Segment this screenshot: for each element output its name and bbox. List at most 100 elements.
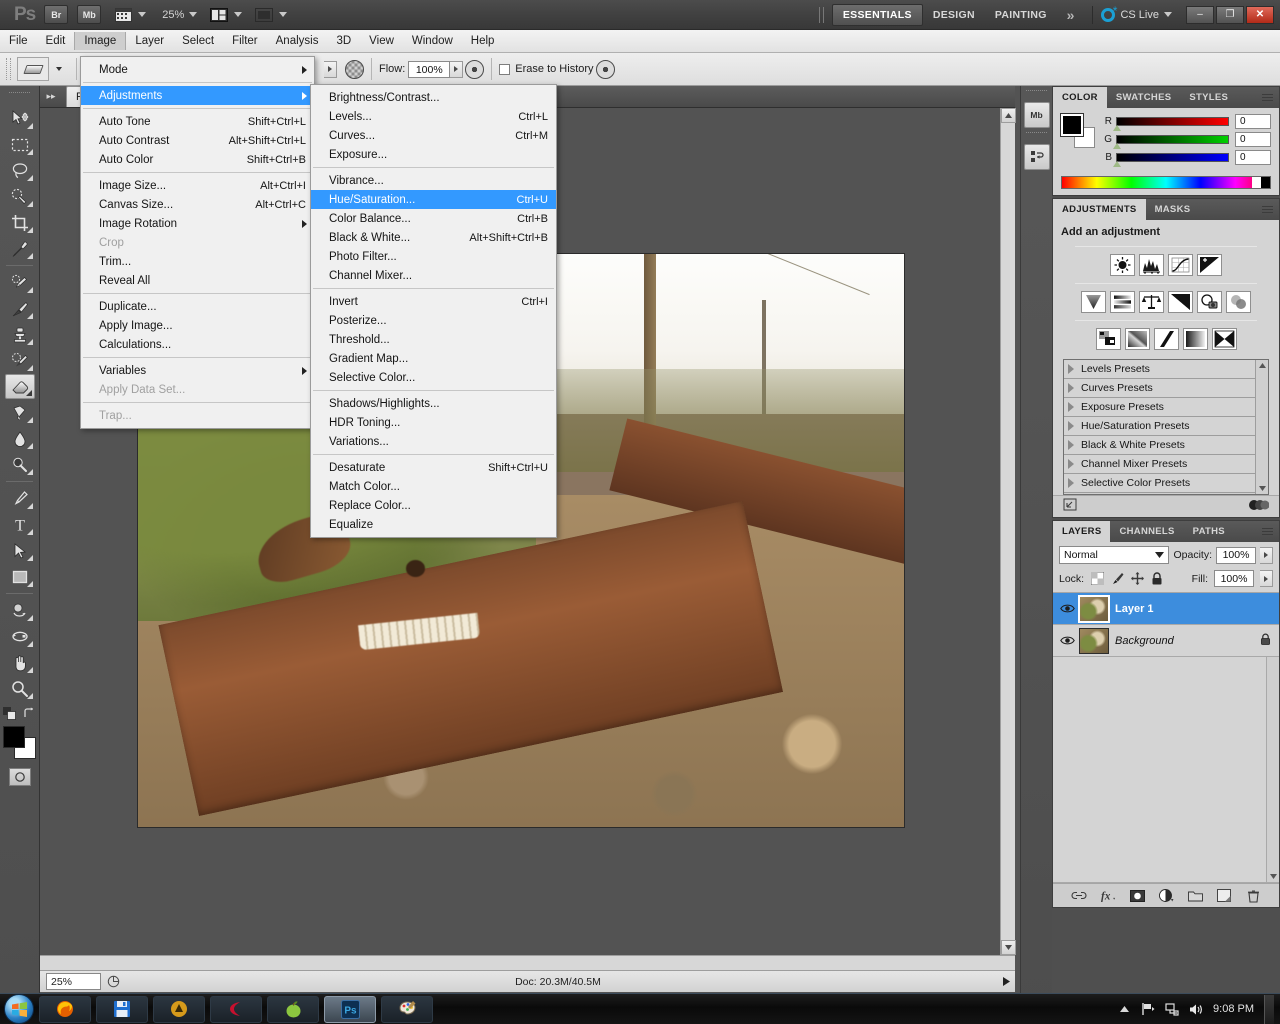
lasso-tool[interactable] [5,158,35,183]
menu-item-duplicate[interactable]: Duplicate... [81,297,314,316]
menu-filter[interactable]: Filter [223,32,267,50]
lock-position-icon[interactable] [1130,572,1144,586]
preset-levels[interactable]: Levels Presets [1064,360,1268,379]
paint-taskbar-icon[interactable] [381,995,433,1023]
spot-healing-brush-tool[interactable] [5,270,35,295]
expand-triangle-icon[interactable] [1068,478,1074,488]
layer-name[interactable]: Layer 1 [1115,603,1279,615]
menu-help[interactable]: Help [462,32,504,50]
preset-selective-color[interactable]: Selective Color Presets [1064,474,1268,493]
path-selection-tool[interactable] [5,538,35,563]
expand-triangle-icon[interactable] [1068,364,1074,374]
pen-tool[interactable] [5,486,35,511]
menu-window[interactable]: Window [403,32,462,50]
expand-triangle-icon[interactable] [1068,459,1074,469]
blue-value-input[interactable]: 0 [1235,150,1271,165]
clone-stamp-tool[interactable] [5,322,35,347]
foreground-color-swatch[interactable] [2,726,25,748]
expand-triangle-icon[interactable] [1068,421,1074,431]
tab-paths[interactable]: PATHS [1184,521,1234,542]
menu-layer[interactable]: Layer [126,32,173,50]
expand-triangle-icon[interactable] [1068,383,1074,393]
dock-grip-2[interactable] [1026,132,1047,140]
default-colors-icon[interactable] [3,707,16,720]
view-extras-dropdown-icon[interactable] [138,12,147,17]
submenu-item-desaturate[interactable]: Desaturate Shift+Ctrl+U [311,458,556,477]
tablet-pressure-icon[interactable] [595,59,615,79]
spectrum-black-swatch[interactable] [1261,177,1270,188]
fill-stepper-icon[interactable] [1260,570,1273,587]
new-adjustment-layer-icon[interactable] [1158,888,1174,904]
zoom-input[interactable]: 25% [46,973,101,990]
preset-exposure[interactable]: Exposure Presets [1064,398,1268,417]
selective-color-icon[interactable] [1211,328,1237,350]
color-spectrum-ramp[interactable] [1061,176,1271,189]
menu-item-calculations[interactable]: Calculations... [81,335,314,354]
history-icon[interactable] [1023,144,1050,170]
submenu-item-exposure[interactable]: Exposure... [311,145,556,164]
spectrum-white-swatch[interactable] [1252,177,1261,188]
tool-preset-dropdown-icon[interactable] [56,67,62,71]
menu-edit[interactable]: Edit [37,32,75,50]
network-icon[interactable] [1165,1002,1179,1016]
menu-item-auto-tone[interactable]: Auto Tone Shift+Ctrl+L [81,112,314,131]
menu-item-reveal-all[interactable]: Reveal All [81,271,314,290]
gradient-tool[interactable] [5,400,35,425]
taskbar-clock[interactable]: 9:08 PM [1213,1003,1254,1015]
adjustment-presets-list[interactable]: Levels Presets Curves Presets Exposure P… [1063,359,1269,495]
red-value-input[interactable]: 0 [1235,114,1271,129]
menu-item-image-rotation[interactable]: Image Rotation [81,214,314,233]
opacity-input[interactable]: 100% [1216,546,1256,564]
tab-masks[interactable]: MASKS [1146,199,1200,220]
menu-item-adjustments[interactable]: Adjustments [81,86,314,105]
submenu-item-black-and-white[interactable]: Black & White... Alt+Shift+Ctrl+B [311,228,556,247]
photo-filter-icon[interactable] [1197,291,1222,313]
adjustments-submenu-dropdown[interactable]: Brightness/Contrast... Levels... Ctrl+L C… [310,84,557,538]
corel-taskbar-icon[interactable] [210,995,262,1023]
submenu-item-selective-color[interactable]: Selective Color... [311,368,556,387]
menu-item-image-size[interactable]: Image Size... Alt+Ctrl+I [81,176,314,195]
status-menu-arrow-icon[interactable] [997,973,1015,990]
blue-slider-track[interactable] [1113,153,1229,167]
screen-mode-dropdown-icon[interactable] [279,12,288,17]
invert-icon[interactable] [1095,328,1121,350]
rectangle-tool[interactable] [5,564,35,589]
tab-layers[interactable]: LAYERS [1053,521,1111,542]
gradient-map-icon[interactable] [1182,328,1208,350]
menu-item-apply-image[interactable]: Apply Image... [81,316,314,335]
green-slider-track[interactable] [1113,135,1229,149]
exposure-icon[interactable] [1197,254,1222,276]
submenu-item-match-color[interactable]: Match Color... [311,477,556,496]
layer-row-background[interactable]: Background [1053,625,1279,657]
tab-adjustments[interactable]: ADJUSTMENTS [1053,199,1146,220]
quick-selection-tool[interactable] [5,184,35,209]
expand-triangle-icon[interactable] [1068,402,1074,412]
submenu-item-brightness-contrast[interactable]: Brightness/Contrast... [311,88,556,107]
layers-panel-menu-icon[interactable] [1258,525,1274,538]
channel-mixer-icon[interactable] [1226,291,1251,313]
scroll-up-arrow-icon[interactable] [1259,363,1266,368]
color-panel-swatches[interactable] [1060,113,1095,148]
show-desktop-button[interactable] [1264,994,1274,1024]
black-and-white-icon[interactable] [1168,291,1193,313]
quick-mask-icon[interactable] [8,768,31,786]
vibrance-icon[interactable] [1081,291,1106,313]
submenu-item-posterize[interactable]: Posterize... [311,311,556,330]
warning-taskbar-icon[interactable] [153,995,205,1023]
dock-grip-1[interactable] [1026,90,1047,98]
bridge-button[interactable]: Br [44,5,69,24]
chevron-down-icon[interactable] [1155,549,1165,561]
red-slider-track[interactable] [1113,117,1229,131]
volume-icon[interactable] [1189,1002,1203,1016]
mini-bridge-icon[interactable]: Mb [1023,102,1050,128]
submenu-item-vibrance[interactable]: Vibrance... [311,171,556,190]
submenu-item-hdr-toning[interactable]: HDR Toning... [311,413,556,432]
cs-live-dropdown-icon[interactable] [1164,12,1172,17]
mini-bridge-button[interactable]: Mb [77,5,102,24]
submenu-item-curves[interactable]: Curves... Ctrl+M [311,126,556,145]
clip-to-layer-icon[interactable] [1249,499,1270,514]
screen-mode-icon[interactable] [254,6,274,24]
lock-image-pixels-icon[interactable] [1110,572,1124,586]
fill-input[interactable]: 100% [1214,570,1254,587]
opacity-stepper-icon[interactable] [1260,546,1273,564]
